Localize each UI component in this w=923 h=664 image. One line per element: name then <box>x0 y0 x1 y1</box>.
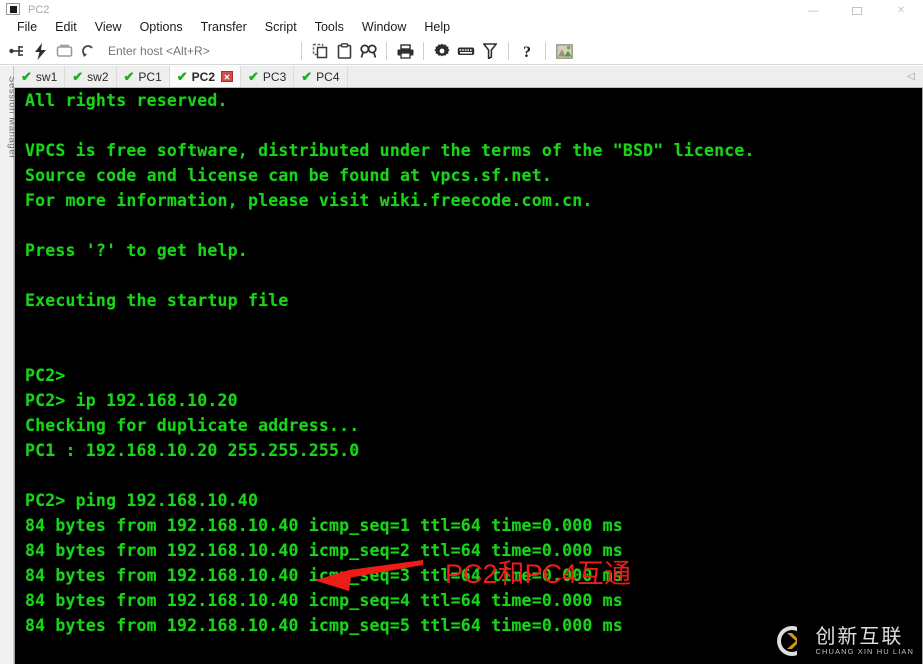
connected-check-icon: ✔ <box>248 69 259 84</box>
terminal-window-icon <box>6 3 20 15</box>
tab-sw1[interactable]: ✔ sw1 <box>14 66 66 87</box>
menu-item-script[interactable]: Script <box>256 18 306 36</box>
terminal-line: For more information, please visit wiki.… <box>25 191 593 210</box>
terminal-line: Press '?' to get help. <box>25 241 248 260</box>
terminal-line: 84 bytes from 192.168.10.40 icmp_seq=1 t… <box>25 516 623 535</box>
reconnect-icon[interactable] <box>76 40 100 63</box>
connected-check-icon: ✔ <box>176 69 188 84</box>
annotation-arrow-icon <box>315 560 423 591</box>
menu-item-edit[interactable]: Edit <box>46 18 86 36</box>
connected-check-icon: ✔ <box>301 69 313 84</box>
tab-label: PC2 <box>191 69 215 84</box>
toolbar-separator <box>545 42 546 60</box>
find-icon[interactable] <box>356 40 380 63</box>
minimize-button[interactable] <box>791 0 835 16</box>
terminal-line: 84 bytes from 192.168.10.40 icmp_seq=5 t… <box>25 616 623 635</box>
terminal-line: PC1 : 192.168.10.20 255.255.255.0 <box>25 441 360 460</box>
connected-check-icon: ✔ <box>72 69 84 84</box>
terminal-line: PC2> ip 192.168.10.20 <box>25 391 238 410</box>
tab-bar: ✔ sw1 ✔ sw2 ✔ PC1 ✔ PC2 ✕ ✔ PC3 ✔ PC4 ◁ <box>14 66 923 88</box>
menu-item-help[interactable]: Help <box>415 18 459 36</box>
terminal-line: 84 bytes from 192.168.10.40 icmp_seq=4 t… <box>25 591 623 610</box>
close-button[interactable] <box>879 0 923 16</box>
terminal-line-ping-command: PC2> ping 192.168.10.40 <box>25 491 259 510</box>
terminal-line: All rights reserved. <box>25 91 228 110</box>
session-manager-panel[interactable]: Session Manager <box>0 66 18 664</box>
tab-label: PC1 <box>138 69 162 84</box>
watermark-name-cn: 创新互联 <box>815 623 904 648</box>
terminal-line: Source code and license can be found at … <box>25 166 552 185</box>
connect-icon[interactable] <box>4 40 28 63</box>
toolbar-separator <box>301 42 302 60</box>
quick-connect-icon[interactable] <box>28 40 52 63</box>
toolbar: ? <box>0 38 923 65</box>
menu-bar: File Edit View Options Transfer Script T… <box>0 16 923 38</box>
title-bar: PC2 <box>0 0 923 16</box>
print-icon[interactable] <box>393 40 417 63</box>
menu-item-options[interactable]: Options <box>131 18 192 36</box>
terminal-line: PC2> <box>25 366 66 385</box>
svg-text:?: ? <box>523 44 531 60</box>
terminal-line: Checking for duplicate address... <box>25 416 360 435</box>
tab-label: sw2 <box>87 69 109 84</box>
tab-scroll-left-icon[interactable]: ◁ <box>901 66 921 87</box>
window-controls <box>791 0 923 16</box>
paste-icon[interactable] <box>332 40 356 63</box>
connected-check-icon: ✔ <box>21 69 32 84</box>
tab-label: sw1 <box>35 69 58 84</box>
tab-pc2[interactable]: ✔ PC2 ✕ <box>169 66 241 87</box>
tab-label: PC3 <box>262 69 287 84</box>
tab-label: PC4 <box>316 69 340 84</box>
toolbar-separator <box>386 42 387 60</box>
filter-icon[interactable] <box>478 40 502 63</box>
terminal-line: Executing the startup file <box>25 291 289 310</box>
menu-item-file[interactable]: File <box>8 18 46 36</box>
connected-check-icon: ✔ <box>123 69 135 84</box>
terminal-output[interactable]: All rights reserved. VPCS is free softwa… <box>14 88 923 664</box>
host-input[interactable] <box>106 43 295 59</box>
window-title: PC2 <box>28 4 50 16</box>
help-icon[interactable]: ? <box>515 40 539 63</box>
toolbar-separator <box>508 42 509 60</box>
copy-icon[interactable] <box>308 40 332 63</box>
terminal-lines: All rights reserved. VPCS is free softwa… <box>25 88 905 638</box>
tab-pc1[interactable]: ✔ PC1 <box>116 66 170 87</box>
annotation-label: PC2和PC4互通 <box>445 559 632 589</box>
maximize-button[interactable] <box>835 0 879 16</box>
tab-pc4[interactable]: ✔ PC4 <box>294 66 348 87</box>
cx-logo-icon <box>775 624 810 658</box>
toolbar-separator <box>423 42 424 60</box>
connect-in-tab-icon[interactable] <box>52 40 76 63</box>
menu-item-view[interactable]: View <box>86 18 131 36</box>
tab-sw2[interactable]: ✔ sw2 <box>65 66 117 87</box>
terminal-line: VPCS is free software, distributed under… <box>25 141 755 160</box>
menu-item-transfer[interactable]: Transfer <box>192 18 256 36</box>
tab-close-icon[interactable]: ✕ <box>221 71 233 82</box>
watermark-name-en: CHUANG XIN HU LIAN <box>815 646 914 656</box>
capture-icon[interactable] <box>552 40 576 63</box>
keyboard-icon[interactable] <box>454 40 478 63</box>
watermark: 创新互联 CHUANG XIN HU LIAN <box>775 624 914 658</box>
tab-pc3[interactable]: ✔ PC3 <box>241 66 295 87</box>
menu-item-window[interactable]: Window <box>353 18 415 36</box>
menu-item-tools[interactable]: Tools <box>306 18 353 36</box>
settings-gear-icon[interactable] <box>430 40 454 63</box>
